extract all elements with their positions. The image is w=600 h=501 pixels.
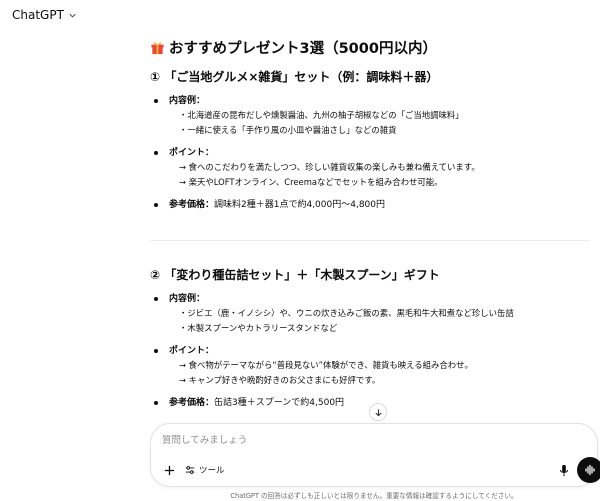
scroll-to-bottom-button[interactable]	[369, 403, 387, 421]
section-list: 内容例： ・北海道産の昆布だしや燻製醤油、九州の柚子胡椒などの「ご当地調味料」 …	[150, 94, 590, 212]
voice-mode-button[interactable]	[577, 457, 600, 483]
price-value: 缶詰3種＋スプーンで約4,500円	[214, 398, 345, 408]
list-item: 内容例： ・北海道産の昆布だしや燻製醤油、九州の柚子胡椒などの「ご当地調味料」 …	[150, 94, 590, 146]
model-name: ChatGPT	[12, 8, 64, 22]
list-subitem: → キャンプ好きや晩酌好きのお父さまにも好評です。	[179, 375, 381, 385]
gift-icon	[151, 42, 164, 54]
list-subitem: → 食べ物がテーマながら“普段見ない”体験ができ、雑貨も映える組み合わせ。	[179, 360, 473, 370]
list-subitem: → 食へのこだわりを満たしつつ、珍しい雑貨収集の楽しみも兼ね備えています。	[179, 162, 480, 172]
tools-label: ツール	[199, 466, 225, 476]
list-subitem: ・北海道産の昆布だしや燻製醤油、九州の柚子胡椒などの「ご当地調味料」	[179, 110, 464, 120]
top-bar: ChatGPT	[0, 0, 600, 30]
contents-label: 内容例：	[169, 96, 206, 106]
disclaimer-text: ChatGPT の回答は必ずしも正しいとは限りません。重要な情報は確認するように…	[230, 492, 518, 500]
composer: ツール	[150, 423, 600, 487]
section-list: 内容例： ・ジビエ（鹿・イノシシ）や、ウニの炊き込みご飯の素、黒毛和牛大和煮など…	[150, 292, 590, 410]
arrow-down-icon	[374, 408, 382, 416]
list-item: ポイント： → 食へのこだわりを満たしつつ、珍しい雑貨収集の楽しみも兼ね備えてい…	[150, 146, 590, 198]
sliders-icon	[185, 466, 195, 474]
list-item: 参考価格：調味料2種＋器1点で約4,000円〜4,800円	[150, 198, 590, 212]
add-attachment-button[interactable]	[161, 462, 177, 478]
chevron-down-icon	[69, 13, 76, 18]
dictate-button[interactable]	[556, 461, 572, 479]
assistant-message: おすすめプレゼント3選（5000円以内） ① 「ご当地グルメ×雑貨」セット（例：…	[150, 36, 590, 212]
contents-label: 内容例：	[169, 294, 206, 304]
price-label: 参考価格：	[169, 200, 215, 210]
message-title: おすすめプレゼント3選（5000円以内）	[150, 36, 590, 58]
voice-waveform-icon	[585, 464, 595, 476]
section-divider	[150, 240, 590, 241]
assistant-message-continued: ② 「変わり種缶詰セット」＋「木製スプーン」ギフト 内容例： ・ジビエ（鹿・イノ…	[150, 266, 590, 410]
price-label: 参考価格：	[169, 398, 215, 408]
list-subitem: ・一緒に使える「手作り風の小皿や醤油さし」などの雑貨	[179, 125, 397, 135]
points-label: ポイント：	[169, 148, 215, 158]
price-value: 調味料2種＋器1点で約4,000円〜4,800円	[214, 200, 385, 210]
list-subitem: ・ジビエ（鹿・イノシシ）や、ウニの炊き込みご飯の素、黒毛和牛大和煮など珍しい缶詰	[179, 308, 514, 318]
plus-icon	[164, 465, 174, 475]
microphone-icon	[559, 464, 569, 476]
points-label: ポイント：	[169, 346, 215, 356]
section-heading: ① 「ご当地グルメ×雑貨」セット（例：調味料＋器）	[150, 70, 439, 84]
list-item: 内容例： ・ジビエ（鹿・イノシシ）や、ウニの炊き込みご飯の素、黒毛和牛大和煮など…	[150, 292, 590, 344]
list-subitem: → 楽天やLOFTオンライン、Creemaなどでセットを組み合わせ可能。	[179, 177, 443, 187]
list-item: ポイント： → 食べ物がテーマながら“普段見ない”体験ができ、雑貨も映える組み合…	[150, 344, 590, 396]
list-subitem: ・木製スプーンやカトラリースタンドなど	[179, 323, 338, 333]
section-heading: ② 「変わり種缶詰セット」＋「木製スプーン」ギフト	[150, 268, 440, 282]
prompt-input[interactable]	[162, 435, 542, 446]
model-switcher[interactable]: ChatGPT	[12, 8, 77, 22]
tools-button[interactable]: ツール	[185, 462, 225, 478]
